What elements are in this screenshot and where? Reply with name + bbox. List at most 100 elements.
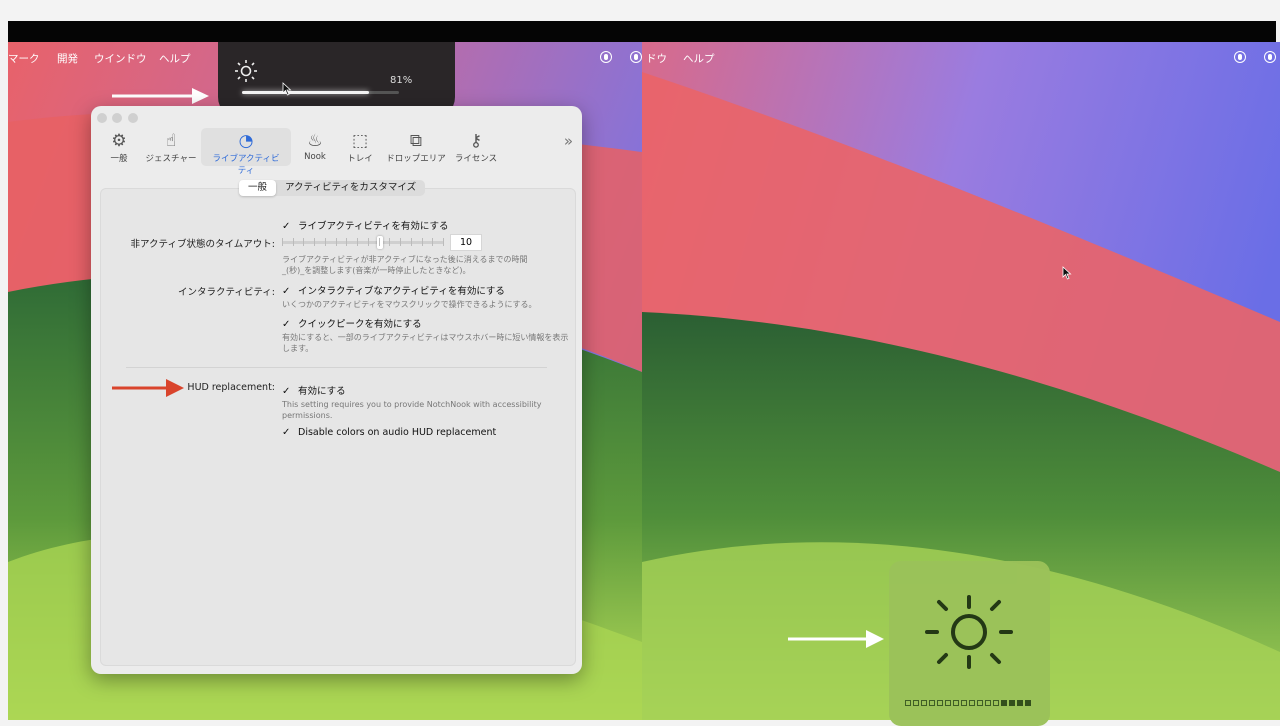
segment-general[interactable]: 一般 [239,180,277,196]
level-segment [937,700,943,706]
mouse-cursor-icon [282,82,292,96]
tab-live-activity[interactable]: ◔ ライブアクティビティ [211,130,281,176]
menu-item-help[interactable]: ヘルプ [683,51,715,66]
slider-tick [335,238,337,246]
interactive-checkbox[interactable]: ✓ インタラクティブなアクティビティを有効にする [282,283,505,297]
level-segment [1009,700,1015,706]
level-segment [929,700,935,706]
tab-label: ライブアクティビティ [212,154,280,176]
menu-item-help[interactable]: ヘルプ [159,51,191,66]
slider-tick [324,238,326,246]
slider-tick [367,238,369,246]
help-line: permissions. [282,411,333,420]
zoom-button[interactable] [128,113,138,123]
mouse-cursor-icon [1062,266,1072,280]
status-menu-icon[interactable] [1234,51,1246,63]
brightness-percent: 81% [390,75,413,86]
checkbox-label: インタラクティブなアクティビティを有効にする [298,286,505,297]
key-icon: ⚷ [469,131,483,151]
minimize-button[interactable] [112,113,122,123]
help-line: します。 [282,344,314,353]
quick-peek-checkbox[interactable]: ✓ クイックピークを有効にする [282,316,422,330]
level-segment [905,700,911,706]
display-bezel [8,21,1276,42]
chevron-double-right-icon[interactable]: » [564,132,573,150]
quick-peek-help: 有効にすると、一部のライブアクティビティはマウスホバー時に短い情報を表示 します… [282,332,568,354]
sun-icon [925,595,1013,669]
brightness-hud [889,561,1050,726]
live-activity-icon: ◔ [238,131,254,151]
slider-tick [378,238,380,246]
tab-label: Nook [304,152,326,162]
help-line: This setting requires you to provide Not… [282,400,542,409]
slider-tick [443,238,444,246]
menu-item-develop[interactable]: 開発 [57,51,78,66]
slider-tick [432,238,434,246]
segmented-control: 一般 アクティビティをカスタマイズ [239,180,426,196]
gesture-icon: ☝ [165,131,177,151]
segment-customize[interactable]: アクティビティをカスタマイズ [276,180,425,196]
pointer-arrow-white [112,88,209,104]
slider-tick [282,238,283,246]
tab-gestures[interactable]: ☝ ジェスチャー [136,130,206,164]
slider-tick [346,238,348,246]
level-segment [953,700,959,706]
sun-icon [235,60,257,82]
slider-tick [410,238,412,246]
checkmark-icon: ✓ [282,427,291,438]
checkmark-icon: ✓ [282,221,291,232]
pointer-arrow-white [788,630,884,648]
tab-label: ジェスチャー [145,154,197,164]
checkbox-label: Disable colors on audio HUD replacement [298,427,497,438]
timeout-value-field[interactable]: 10 [450,234,482,251]
level-segment [993,700,999,706]
level-segment [961,700,967,706]
checkbox-label: ライブアクティビティを有効にする [298,221,449,232]
checkbox-label: 有効にする [298,386,346,397]
level-segment [977,700,983,706]
tab-label: トレイ [347,154,373,164]
slider-tick [314,238,316,246]
disable-colors-checkbox[interactable]: ✓ Disable colors on audio HUD replacement [282,427,496,438]
tab-label: ライセンス [454,154,498,164]
menu-item-window[interactable]: ドウ [646,51,667,66]
slider-tick [303,238,305,246]
level-segment [1001,700,1007,706]
notch-app-menu-icon[interactable] [630,51,642,63]
slider-tick [357,238,359,246]
tab-label: ドロップエリア [386,154,446,164]
close-button[interactable] [97,113,107,123]
menu-bar: ドウ ヘルプ [642,42,1280,72]
checkbox-label: クイックピークを有効にする [298,319,422,330]
hud-replacement-label: HUD replacement: [187,382,275,393]
help-line: 有効にすると、一部のライブアクティビティはマウスホバー時に短い情報を表示 [282,333,569,342]
level-segment [913,700,919,706]
status-menu-icon[interactable] [600,51,612,63]
hud-help: This setting requires you to provide Not… [282,399,541,421]
pointer-arrow-red [112,379,184,397]
menu-item-window[interactable]: ウインドウ [94,51,147,66]
help-line: ライブアクティビティが非アクティブになった後に消えるまでの時間 [282,255,528,264]
help-line: _(秒)_を調整します(音楽が一時停止したときなど)。 [282,266,471,275]
tab-label: 一般 [110,154,128,164]
slider-tick [389,238,391,246]
menu-item-bookmarks[interactable]: マーク [8,51,40,66]
hud-enable-checkbox[interactable]: ✓ 有効にする [282,383,346,397]
interactive-help: いくつかのアクティビティをマウスクリックで操作できるようにする。 [282,300,537,309]
level-segment [1017,700,1023,706]
brightness-slider-fill [242,91,370,94]
checkmark-icon: ✓ [282,319,291,330]
notch-app-menu-icon[interactable] [1264,51,1276,63]
timeout-slider[interactable] [282,236,444,249]
live-activity-checkbox[interactable]: ✓ ライブアクティビティを有効にする [282,218,448,232]
level-segment [921,700,927,706]
interactivity-label: インタラクティビティ: [177,287,275,298]
checkmark-icon: ✓ [282,386,291,397]
slider-tick [400,238,402,246]
timeout-label: 非アクティブ状態のタイムアウト: [130,239,275,250]
level-segment [1025,700,1031,706]
slider-tick [292,238,294,246]
brightness-slider[interactable] [242,91,399,94]
tab-license[interactable]: ⚷ ライセンス [441,130,511,164]
level-segment [969,700,975,706]
